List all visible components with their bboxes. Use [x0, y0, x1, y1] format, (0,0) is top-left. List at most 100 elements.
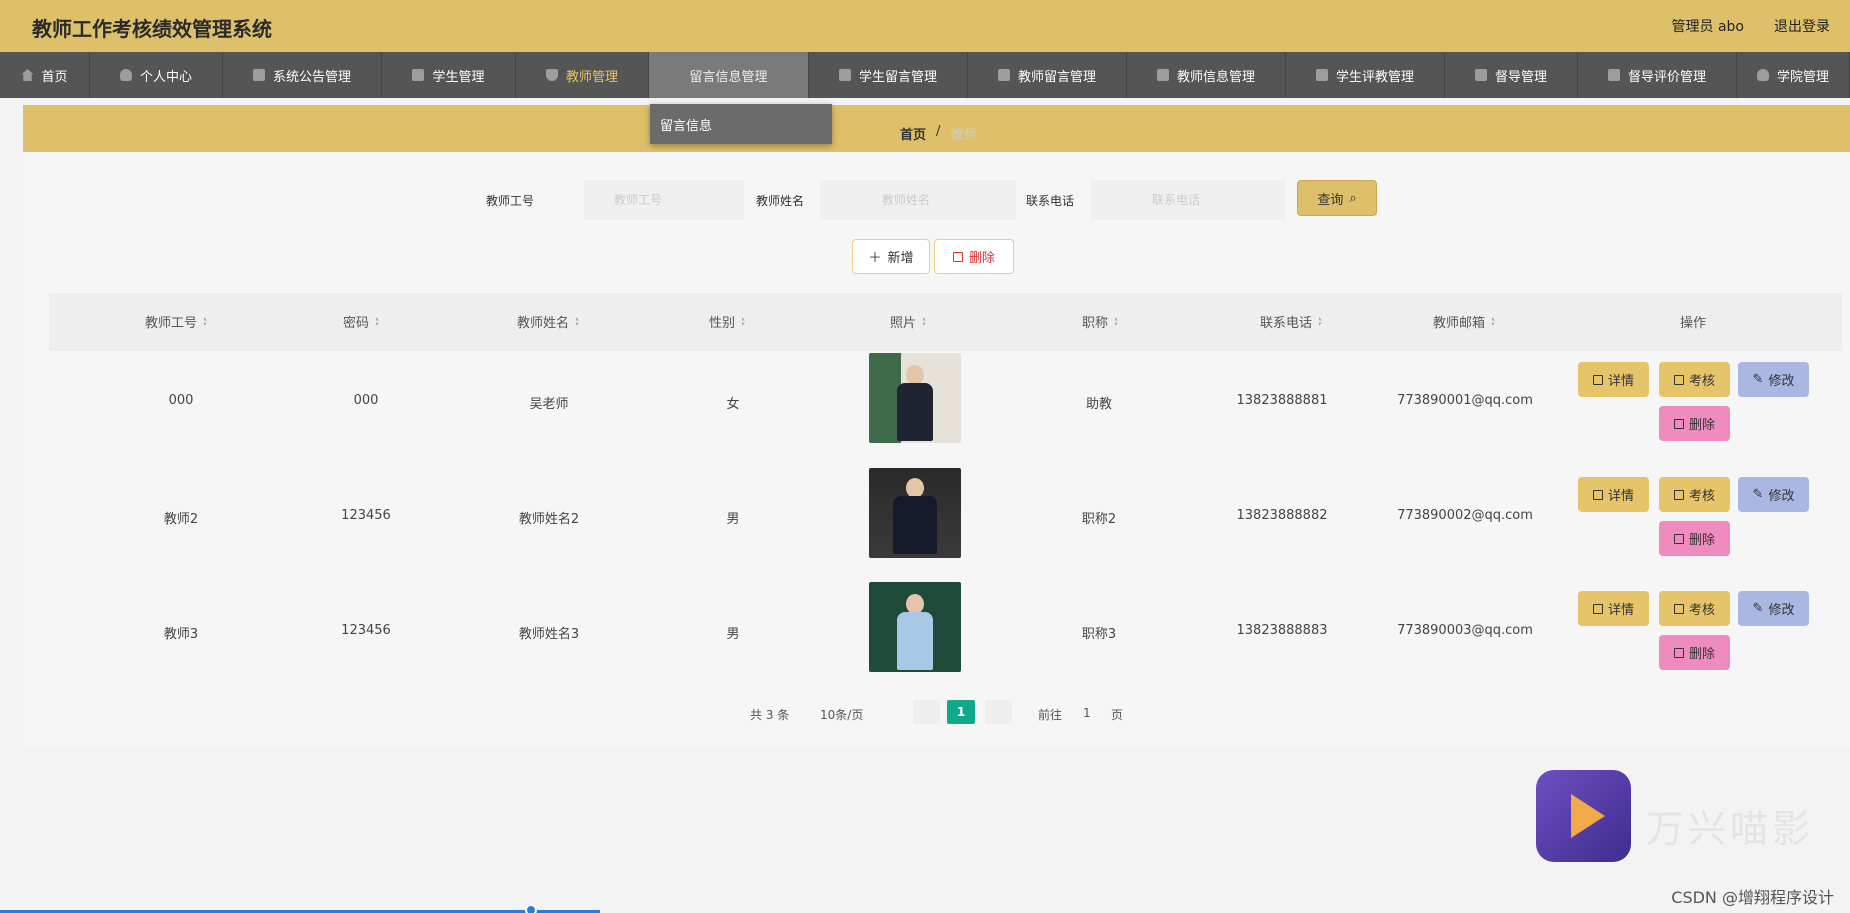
progress-handle[interactable]: [525, 904, 537, 913]
home-icon: [21, 69, 34, 81]
nav-item-evaluation[interactable]: 学生评教管理: [1286, 52, 1445, 98]
cell-gender: 男: [726, 627, 740, 642]
edit-label: 修改: [1768, 489, 1795, 504]
column-header[interactable]: 联系电话: [1259, 312, 1323, 331]
nav-item-notice[interactable]: 系统公告管理: [223, 52, 382, 98]
cell-phone: 13823888882: [1236, 508, 1328, 523]
cell-title: 助教: [1085, 397, 1113, 412]
nav-label: 教师信息管理: [1176, 69, 1255, 85]
phone-input[interactable]: [1090, 180, 1286, 220]
nav-label: 留言信息管理: [689, 69, 768, 85]
nav-item-supervisor-eval[interactable]: 督导评价管理: [1578, 52, 1737, 98]
review-button[interactable]: 考核: [1659, 477, 1730, 512]
review-label: 考核: [1688, 489, 1715, 504]
current-user: 管理员 abo: [1671, 19, 1744, 35]
nav-label: 个人中心: [139, 69, 192, 85]
column-header[interactable]: 密码: [343, 312, 380, 331]
chart-icon: [1156, 69, 1169, 81]
nav-item-students[interactable]: 学生管理: [382, 52, 516, 98]
column-header[interactable]: 职称: [1082, 312, 1119, 331]
breadcrumb: 首页 / 教师: [900, 124, 976, 143]
delete-button[interactable]: 删除: [1659, 521, 1730, 556]
cell-email: 773890003@qq.com: [1397, 623, 1533, 638]
cell-name: 吴老师: [529, 397, 569, 412]
bulk-delete-button[interactable]: 删除: [934, 239, 1014, 274]
review-button[interactable]: 考核: [1659, 362, 1730, 397]
teacher-name-input[interactable]: [820, 180, 1016, 220]
column-label: 教师邮箱: [1432, 316, 1486, 331]
detail-button[interactable]: 详情: [1578, 591, 1649, 626]
sort-icon: [920, 317, 927, 326]
photo-person-body: [897, 383, 933, 441]
teacher-photo[interactable]: [869, 582, 961, 672]
prev-page-button[interactable]: [913, 700, 940, 724]
column-header[interactable]: 教师邮箱: [1432, 312, 1496, 331]
nav-item-teachers[interactable]: 教师管理: [516, 52, 649, 98]
user-icon: [119, 69, 132, 81]
pagination-total: 共 3 条: [750, 708, 790, 722]
nav-item-teacher-messages[interactable]: 教师留言管理: [968, 52, 1127, 98]
doc-icon: [1315, 69, 1328, 81]
teacher-photo[interactable]: [869, 353, 961, 443]
query-button[interactable]: 查询 ⌕: [1297, 180, 1377, 216]
column-header[interactable]: 教师工号: [144, 312, 208, 331]
nav-dropdown-item[interactable]: 留言信息: [650, 104, 832, 144]
trash-icon: [1673, 418, 1684, 429]
edit-button[interactable]: ✎ 修改: [1738, 477, 1809, 512]
nav-item-home[interactable]: 首页: [0, 52, 90, 98]
add-label: 新增: [887, 251, 914, 266]
photo-person-head: [906, 365, 924, 385]
delete-label: 删除: [968, 251, 995, 266]
nav-item-teacher-info[interactable]: 教师信息管理: [1127, 52, 1286, 98]
logout-link[interactable]: 退出登录: [1774, 16, 1830, 36]
next-page-button[interactable]: [985, 700, 1012, 724]
nav-item-supervisors[interactable]: 督导管理: [1445, 52, 1578, 98]
nav-label: 学生留言管理: [858, 69, 937, 85]
filter-phone-label: 联系电话: [1026, 194, 1075, 208]
detail-button[interactable]: 详情: [1578, 477, 1649, 512]
column-label: 操作: [1679, 316, 1707, 331]
review-icon: [1673, 603, 1684, 614]
column-label: 联系电话: [1259, 316, 1313, 331]
nav-item-colleges[interactable]: 学院管理: [1737, 52, 1850, 98]
teacher-id-input[interactable]: [584, 180, 744, 220]
column-label: 教师工号: [144, 316, 198, 331]
breadcrumb-home[interactable]: 首页: [900, 124, 926, 143]
plus-icon: ＋: [868, 251, 882, 266]
teacher-photo[interactable]: [869, 468, 961, 558]
cell-id: 000: [168, 393, 194, 408]
page-unit-label: 页: [1111, 708, 1124, 722]
cell-gender: 男: [726, 512, 740, 527]
detail-button[interactable]: 详情: [1578, 362, 1649, 397]
column-header[interactable]: 性别: [709, 312, 746, 331]
page-size-select[interactable]: 10条/页: [820, 706, 863, 723]
goto-page-input[interactable]: 1: [1083, 706, 1091, 720]
sort-icon: [1489, 317, 1496, 326]
trash-icon: [1673, 647, 1684, 658]
delete-button[interactable]: 删除: [1659, 406, 1730, 441]
nav-item-student-messages[interactable]: 学生留言管理: [809, 52, 968, 98]
nav-item-messages[interactable]: 留言信息管理: [649, 52, 809, 98]
nav-label: 教师留言管理: [1017, 69, 1096, 85]
list-icon: [997, 69, 1010, 81]
sort-icon: [573, 317, 580, 326]
nav-item-profile[interactable]: 个人中心: [90, 52, 223, 98]
column-header[interactable]: 教师姓名: [516, 312, 580, 331]
column-header[interactable]: 照片: [890, 312, 927, 331]
nav-label: 学生评教管理: [1335, 69, 1414, 85]
detail-label: 详情: [1607, 374, 1634, 389]
nav-label: 系统公告管理: [272, 69, 351, 85]
edit-button[interactable]: ✎ 修改: [1738, 591, 1809, 626]
page-number-current[interactable]: 1: [947, 700, 975, 724]
search-icon: ⌕: [1349, 190, 1357, 206]
column-label: 教师姓名: [516, 316, 570, 331]
review-button[interactable]: 考核: [1659, 591, 1730, 626]
detail-label: 详情: [1607, 489, 1634, 504]
nav-label: 教师管理: [565, 69, 618, 85]
delete-button[interactable]: 删除: [1659, 635, 1730, 670]
add-button[interactable]: ＋ 新增: [852, 239, 930, 274]
edit-button[interactable]: ✎ 修改: [1738, 362, 1809, 397]
trash-icon: [1673, 533, 1684, 544]
csdn-watermark: CSDN @增翔程序设计: [1671, 888, 1834, 907]
detail-label: 详情: [1607, 603, 1634, 618]
